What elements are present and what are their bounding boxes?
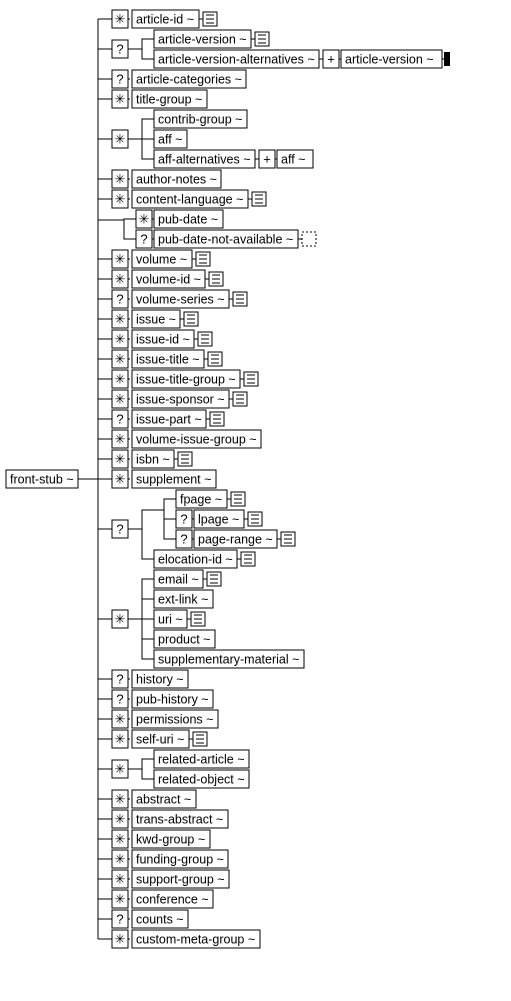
volume-issue-group-label: volume-issue-group ~	[136, 432, 257, 446]
article-id-occ-glyph: ✳	[115, 11, 126, 26]
aff-alternatives-label: aff-alternatives ~	[158, 152, 251, 166]
counts-occ-glyph: ?	[116, 911, 123, 926]
pub-date-not-available-label: pub-date-not-available ~	[158, 232, 293, 246]
page-range-occ-glyph: ?	[180, 531, 187, 546]
history-label: history ~	[136, 672, 184, 686]
support-group-occ-glyph: ✳	[115, 871, 126, 886]
conference-occ-glyph: ✳	[115, 891, 126, 906]
article-version-terminator	[444, 52, 450, 66]
aff-repeat-label: aff ~	[281, 152, 305, 166]
author-notes-occ-glyph: ✳	[115, 171, 126, 186]
supplementary-material-label: supplementary-material ~	[158, 652, 299, 666]
custom-meta-group-occ-glyph: ✳	[115, 931, 126, 946]
pub-history-occ-glyph: ?	[116, 691, 123, 706]
counts-label: counts ~	[136, 912, 184, 926]
volume-id-label: volume-id ~	[136, 272, 201, 286]
related-article-label: related-article ~	[158, 752, 245, 766]
article-id-label: article-id ~	[136, 12, 194, 26]
isbn-occ-glyph: ✳	[115, 451, 126, 466]
addr-choice-occ-glyph: ✳	[115, 611, 126, 626]
pub-date-occ-glyph: ✳	[139, 211, 150, 226]
article-version-choice-occ-glyph: ?	[116, 41, 123, 56]
issue-id-occ-glyph: ✳	[115, 331, 126, 346]
author-notes-label: author-notes ~	[136, 172, 217, 186]
kwd-group-occ-glyph: ✳	[115, 831, 126, 846]
ext-link-label: ext-link ~	[158, 592, 208, 606]
contrib-group-label: contrib-group ~	[158, 112, 242, 126]
pages-choice-occ-glyph: ?	[116, 521, 123, 536]
content-language-occ-glyph: ✳	[115, 191, 126, 206]
custom-meta-group-label: custom-meta-group ~	[136, 932, 255, 946]
elocation-id-label: elocation-id ~	[158, 552, 233, 566]
trans-abstract-occ-glyph: ✳	[115, 811, 126, 826]
article-version-label: article-version ~	[158, 32, 247, 46]
permissions-occ-glyph: ✳	[115, 711, 126, 726]
content-language-label: content-language ~	[136, 192, 243, 206]
conference-label: conference ~	[136, 892, 209, 906]
volume-issue-group-occ-glyph: ✳	[115, 431, 126, 446]
issue-id-label: issue-id ~	[136, 332, 190, 346]
volume-occ-glyph: ✳	[115, 251, 126, 266]
aff-alt-plus-glyph: +	[263, 151, 271, 166]
funding-group-occ-glyph: ✳	[115, 851, 126, 866]
root-front-stub-label: front-stub ~	[10, 472, 74, 486]
self-uri-occ-glyph: ✳	[115, 731, 126, 746]
product-label: product ~	[158, 632, 210, 646]
issue-title-occ-glyph: ✳	[115, 351, 126, 366]
article-categories-occ-glyph: ?	[116, 71, 123, 86]
kwd-group-label: kwd-group ~	[136, 832, 205, 846]
schema-tree-diagram: front-stub ~ ✳ article-id ~? article-versio…	[4, 4, 511, 997]
lpage-occ-glyph: ?	[180, 511, 187, 526]
contrib-choice-occ-glyph: ✳	[115, 131, 126, 146]
issue-title-group-label: issue-title-group ~	[136, 372, 236, 386]
abstract-label: abstract ~	[136, 792, 191, 806]
lpage-label: lpage ~	[198, 512, 239, 526]
supplement-occ-glyph: ✳	[115, 471, 126, 486]
trans-abstract-label: trans-abstract ~	[136, 812, 223, 826]
issue-label: issue ~	[136, 312, 176, 326]
title-group-label: title-group ~	[136, 92, 202, 106]
issue-part-occ-glyph: ?	[116, 411, 123, 426]
aff-label: aff ~	[158, 132, 182, 146]
uri-label: uri ~	[158, 612, 183, 626]
funding-group-label: funding-group ~	[136, 852, 224, 866]
pub-date-na-ellipsis	[302, 232, 316, 246]
email-label: email ~	[158, 572, 199, 586]
supplement-label: supplement ~	[136, 472, 211, 486]
issue-title-group-occ-glyph: ✳	[115, 371, 126, 386]
issue-title-label: issue-title ~	[136, 352, 200, 366]
volume-series-label: volume-series ~	[136, 292, 225, 306]
support-group-label: support-group ~	[136, 872, 225, 886]
article-version-alternatives-label: article-version-alternatives ~	[158, 52, 315, 66]
article-categories-label: article-categories ~	[136, 72, 242, 86]
issue-part-label: issue-part ~	[136, 412, 202, 426]
volume-series-occ-glyph: ?	[116, 291, 123, 306]
related-choice-occ-glyph: ✳	[115, 761, 126, 776]
abstract-occ-glyph: ✳	[115, 791, 126, 806]
related-object-label: related-object ~	[158, 772, 245, 786]
self-uri-label: self-uri ~	[136, 732, 184, 746]
page-range-label: page-range ~	[198, 532, 273, 546]
issue-sponsor-occ-glyph: ✳	[115, 391, 126, 406]
history-occ-glyph: ?	[116, 671, 123, 686]
issue-occ-glyph: ✳	[115, 311, 126, 326]
pub-history-label: pub-history ~	[136, 692, 209, 706]
pub-date-label: pub-date ~	[158, 212, 218, 226]
pub-date-na-occ-glyph: ?	[140, 231, 147, 246]
title-group-occ-glyph: ✳	[115, 91, 126, 106]
isbn-label: isbn ~	[136, 452, 170, 466]
article-version-repeat-label: article-version ~	[345, 52, 434, 66]
article-version-alt-plus-glyph: +	[327, 51, 335, 66]
volume-label: volume ~	[136, 252, 187, 266]
volume-id-occ-glyph: ✳	[115, 271, 126, 286]
fpage-label: fpage ~	[180, 492, 222, 506]
issue-sponsor-label: issue-sponsor ~	[136, 392, 225, 406]
permissions-label: permissions ~	[136, 712, 213, 726]
